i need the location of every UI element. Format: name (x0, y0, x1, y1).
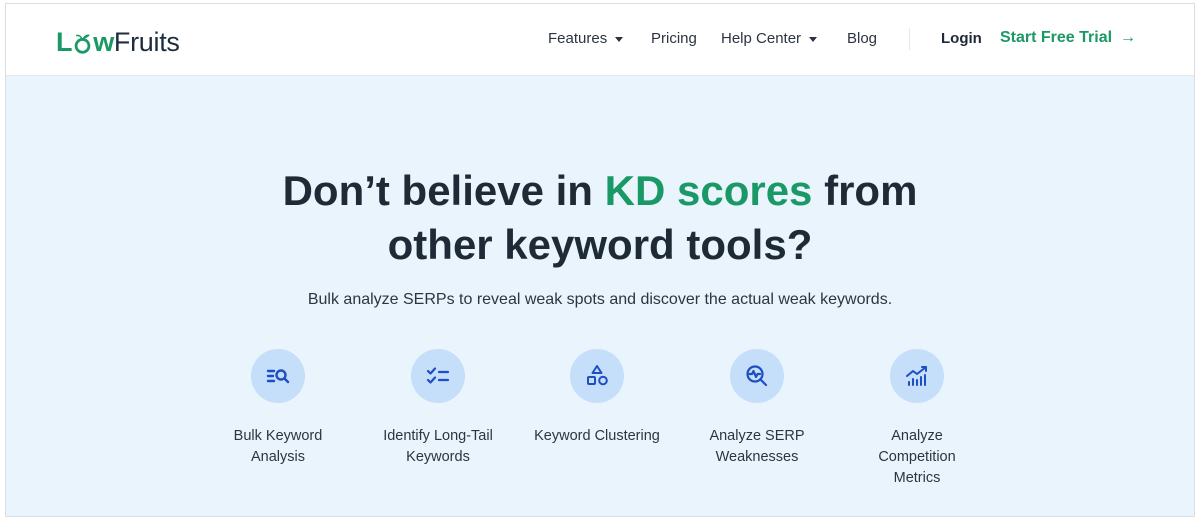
login-link[interactable]: Login (941, 30, 982, 47)
feature-label-line: Keywords (406, 449, 470, 465)
feature-label: Bulk Keyword Analysis (208, 426, 348, 468)
nav-pricing-label: Pricing (651, 30, 697, 47)
feature-competition-metrics[interactable]: Analyze Competition Metrics (847, 349, 987, 489)
feature-label-line: Bulk Keyword (233, 428, 323, 444)
nav-help-center-label: Help Center (721, 30, 802, 47)
shapes-icon (587, 365, 608, 386)
feature-label: Analyze SERP Weaknesses (687, 426, 827, 468)
feature-label-line: Metrics (893, 470, 941, 486)
feature-icon-circle (730, 349, 784, 403)
feature-icon-circle (411, 349, 465, 403)
feature-label: Keyword Clustering (527, 426, 667, 447)
feature-label-line: Analyze SERP (709, 428, 805, 444)
nav-blog[interactable]: Blog (847, 30, 877, 47)
headline-post: from (824, 167, 918, 214)
feature-icon-circle (570, 349, 624, 403)
nav-divider (909, 28, 910, 50)
start-free-trial-button[interactable]: Start Free Trial → (1000, 29, 1136, 47)
headline-line2: other keyword tools? (387, 221, 813, 268)
nav-features[interactable]: Features (548, 30, 624, 47)
feature-long-tail-keywords[interactable]: Identify Long-Tail Keywords (368, 349, 508, 468)
nav-help-center[interactable]: Help Center (721, 30, 818, 47)
nav-links: Features Pricing Help Center Blog Login … (6, 4, 1194, 76)
login-label: Login (941, 30, 982, 47)
trial-label: Start Free Trial (1000, 29, 1113, 46)
feature-icon-circle (890, 349, 944, 403)
navbar: L w Fruits Features Pricing Help Center (6, 4, 1194, 76)
magnify-pulse-icon (746, 365, 768, 387)
feature-label-line: Competition (878, 449, 956, 465)
feature-label-line: Analyze (891, 428, 943, 444)
hero-headline: Don’t believe in KD scores from other ke… (6, 164, 1194, 272)
feature-label-line: Weaknesses (715, 449, 799, 465)
feature-label-line: Analysis (251, 449, 305, 465)
chevron-down-icon (809, 36, 818, 42)
checklist-icon (426, 367, 450, 384)
feature-label-line: Keyword Clustering (534, 428, 660, 444)
feature-icon-circle (251, 349, 305, 403)
feature-bulk-keyword-analysis[interactable]: Bulk Keyword Analysis (208, 349, 348, 468)
feature-label: Analyze Competition Metrics (847, 426, 987, 489)
chevron-down-icon (615, 36, 624, 42)
feature-label: Identify Long-Tail Keywords (368, 426, 508, 468)
chart-trend-icon (906, 366, 927, 386)
headline-accent: KD scores (604, 167, 813, 214)
nav-blog-label: Blog (847, 30, 878, 47)
arrow-right-icon: → (1120, 29, 1137, 46)
nav-features-label: Features (548, 30, 608, 47)
page-frame: L w Fruits Features Pricing Help Center (5, 3, 1195, 517)
search-list-icon (266, 369, 290, 384)
feature-keyword-clustering[interactable]: Keyword Clustering (527, 349, 667, 447)
headline-pre: Don’t believe in (282, 167, 593, 214)
hero-subheadline: Bulk analyze SERPs to reveal weak spots … (307, 291, 893, 308)
feature-serp-weaknesses[interactable]: Analyze SERP Weaknesses (687, 349, 827, 468)
feature-label-line: Identify Long-Tail (383, 428, 493, 444)
nav-pricing[interactable]: Pricing (651, 30, 697, 47)
